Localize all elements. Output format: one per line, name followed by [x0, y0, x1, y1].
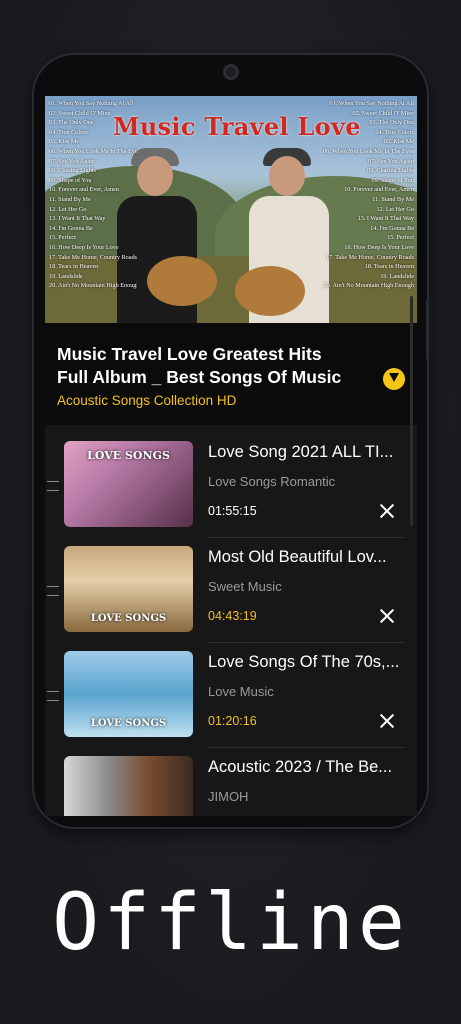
close-icon[interactable] — [379, 608, 395, 624]
track-thumbnail: LOVE SONGS — [64, 651, 193, 737]
track-duration: 04:43:19 — [208, 609, 257, 623]
track-thumbnail: LOVE SONGS — [64, 546, 193, 632]
playlist-entry: 20. Ain't No Mountain High Enough — [323, 282, 415, 290]
playlist-entry: 09. Shape of You — [371, 176, 414, 184]
drag-handle-icon[interactable] — [47, 691, 59, 701]
track-title: Most Old Beautiful Lov... — [208, 548, 387, 566]
track-thumbnail — [64, 756, 193, 816]
app-screen: 01. When You Say Nothing At All 02. Sweet… — [45, 96, 417, 816]
playlist-entry: 06. When You Look Me In The Eyes — [322, 147, 414, 155]
album-info: Music Travel Love Greatest Hits Full Alb… — [45, 323, 417, 425]
list-item[interactable]: LOVE SONGS Love Song 2021 ALL TI... Love… — [45, 433, 417, 538]
track-artist: Sweet Music — [208, 579, 282, 594]
playlist-entry: 19. Landslide — [380, 272, 414, 280]
playlist-entry: 13. I Want It That Way — [357, 215, 414, 223]
download-circle-icon[interactable] — [383, 368, 405, 390]
drag-handle-icon[interactable] — [47, 586, 59, 596]
track-artist: Love Music — [208, 684, 274, 699]
close-icon[interactable] — [379, 503, 395, 519]
playlist-entry: 12. Let Her Go — [49, 205, 87, 213]
track-title: Love Songs Of The 70s,... — [208, 653, 400, 671]
close-icon[interactable] — [379, 713, 395, 729]
playlist-entry: 19. Landslide — [49, 272, 83, 280]
track-thumbnail: LOVE SONGS — [64, 441, 193, 527]
track-title: Acoustic 2023 / The Be... — [208, 758, 393, 776]
camera-icon — [223, 64, 239, 80]
track-title: Love Song 2021 ALL TI... — [208, 443, 394, 461]
list-item[interactable]: Acoustic 2023 / The Be... JIMOH — [45, 748, 417, 816]
offline-caption: Offline — [52, 878, 409, 968]
track-duration: 01:20:16 — [208, 714, 257, 728]
playlist-entry: 11. Stand By Me — [372, 195, 414, 203]
playlist-entry: 20. Ain't No Mountain High Enough — [49, 282, 137, 290]
playlist-entry: 12. Let Her Go — [376, 205, 414, 213]
cover-title: Music Travel Love — [113, 112, 361, 141]
list-item[interactable]: LOVE SONGS Love Songs Of The 70s,... Lov… — [45, 643, 417, 748]
playlist-entry: 18. Tears in Heaven — [49, 263, 99, 271]
album-title: Music Travel Love Greatest Hits Full Alb… — [57, 344, 342, 387]
playlist-entry: 09. Shape of You — [49, 176, 92, 184]
list-item[interactable]: LOVE SONGS Most Old Beautiful Lov... Swe… — [45, 538, 417, 643]
playlist-entry: 06. When You Look Me In The Eyes — [49, 147, 137, 155]
playlist-entry: 17. Take Me Home, Country Roads — [326, 253, 414, 261]
playlist-entry: 11. Stand By Me — [49, 195, 91, 203]
track-artist: JIMOH — [208, 789, 249, 804]
playlist-entry: 13. I Want It That Way — [49, 215, 106, 223]
playlist-entry: 14. I'm Gonna Be — [49, 224, 93, 232]
album-cover[interactable]: 01. When You Say Nothing At All 02. Sweet… — [45, 96, 417, 323]
track-duration: 01:55:15 — [208, 504, 257, 518]
playlist-entry: 15. Perfect — [49, 234, 76, 242]
track-artist: Love Songs Romantic — [208, 474, 336, 489]
playlist-entry: 10. Forever and Ever, Amen — [49, 186, 119, 194]
playlist-entry: 08. Chasing Lights — [367, 167, 414, 175]
playlist-entry: 14. I'm Gonna Be — [370, 224, 414, 232]
album-subtitle: Acoustic Songs Collection HD — [57, 393, 237, 408]
playlist-entry: 08. Chasing Lights — [49, 167, 96, 175]
playlist-entry: 07. See You Again — [49, 157, 95, 165]
playlist-entry: 07. See You Again — [368, 157, 414, 165]
playlist-entry: 01. When You Say Nothing At All — [329, 100, 414, 107]
playlist-entry: 15. Perfect — [387, 234, 414, 242]
phone-side-button — [426, 300, 429, 360]
playlist-entry: 01. When You Say Nothing At All — [49, 100, 134, 107]
playlist-entry: 10. Forever and Ever, Amen — [344, 186, 414, 194]
track-list: LOVE SONGS Love Song 2021 ALL TI... Love… — [45, 433, 417, 816]
scrollbar[interactable] — [410, 296, 413, 526]
playlist-entry: 16. How Deep Is Your Love — [344, 243, 414, 251]
playlist-entry: 18. Tears in Heaven — [364, 263, 414, 271]
drag-handle-icon[interactable] — [47, 481, 59, 491]
playlist-entry: 17. Take Me Home, Country Roads — [49, 253, 137, 261]
playlist-entry: 16. How Deep Is Your Love — [49, 243, 119, 251]
